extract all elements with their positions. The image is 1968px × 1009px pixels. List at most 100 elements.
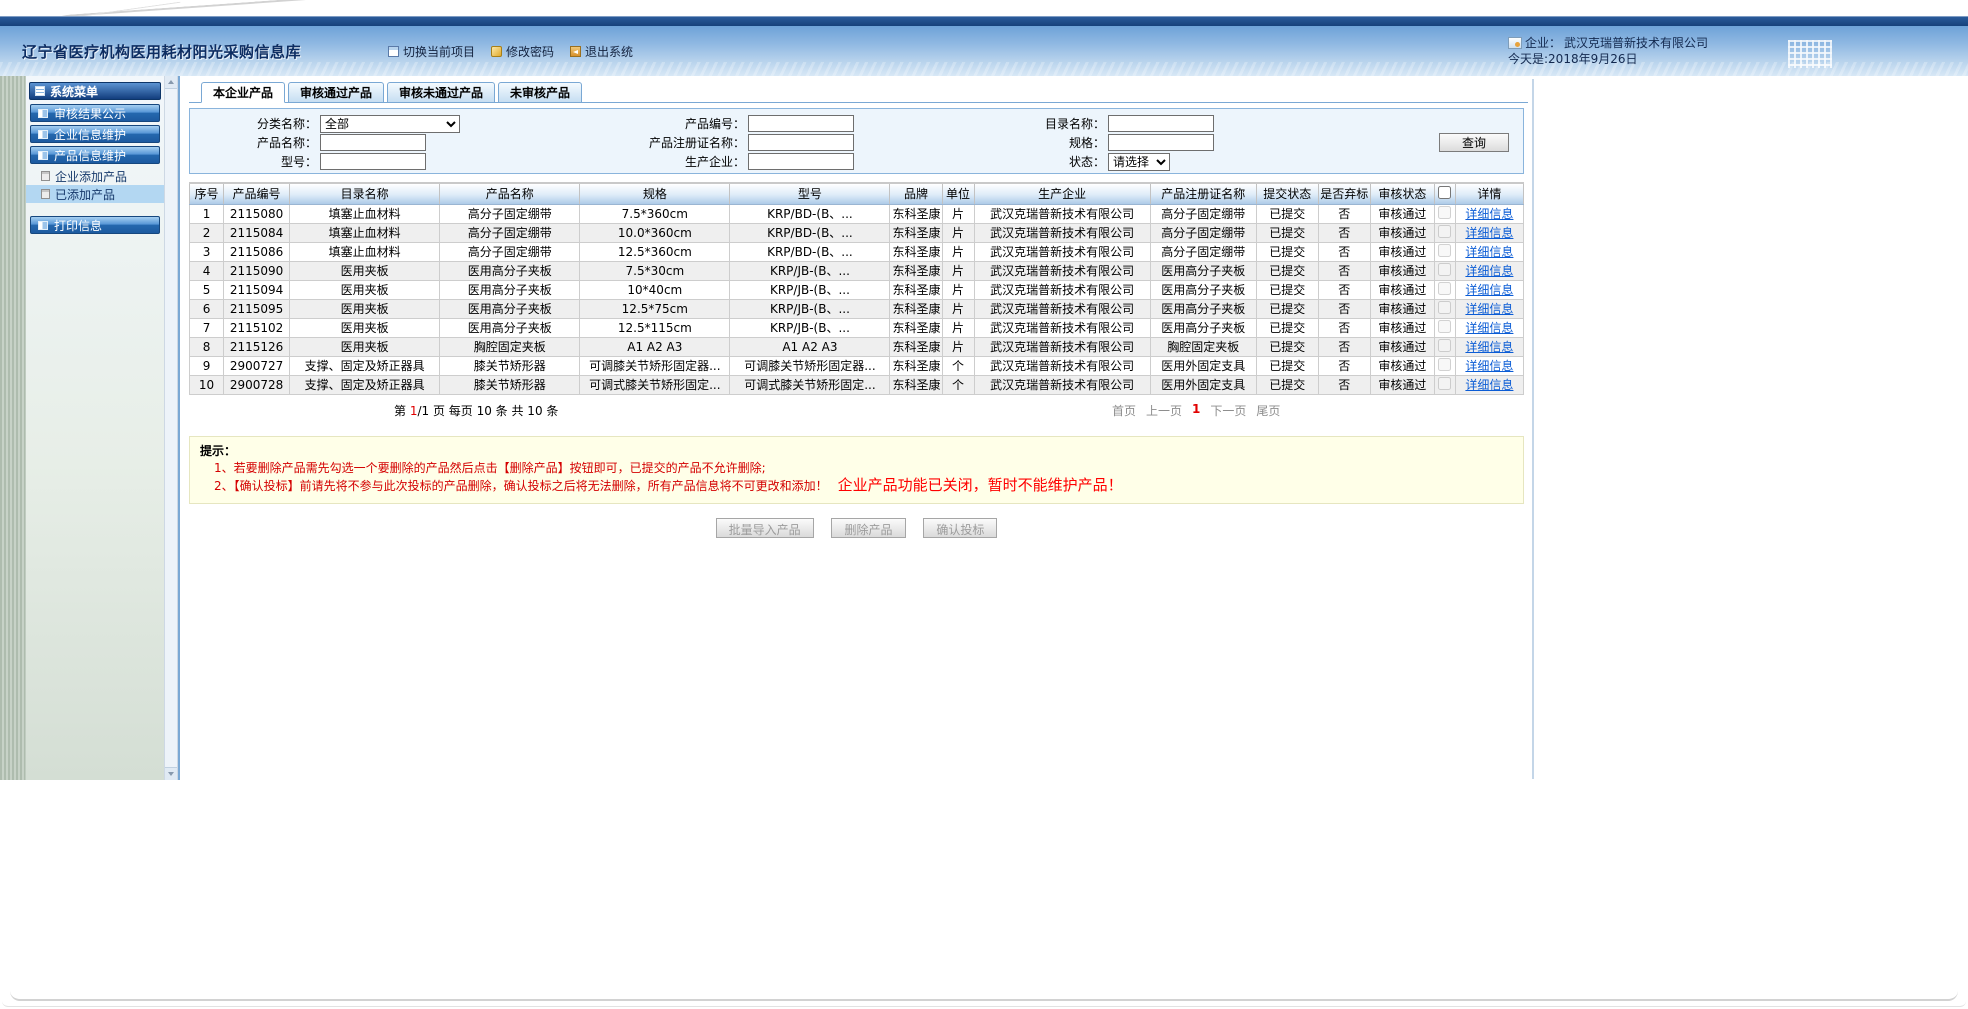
prev-page-link[interactable]: 上一页 (1146, 402, 1182, 419)
scroll-up-button[interactable] (165, 76, 177, 89)
status-select[interactable]: 请选择 (1108, 153, 1170, 171)
sidebar-item-company-info[interactable]: 企业信息维护 (30, 125, 160, 143)
product-name-input[interactable] (320, 134, 426, 151)
nav-change-password-label: 修改密码 (506, 43, 554, 60)
detail-link[interactable]: 详细信息 (1465, 207, 1513, 221)
cell-audit-status: 审核通过 (1370, 337, 1434, 356)
nav-switch-project[interactable]: 切换当前项目 (388, 43, 475, 60)
cell-manufacturer: 武汉克瑞普新技术有限公司 (974, 356, 1150, 375)
cell-product-name: 膝关节矫形器 (440, 356, 580, 375)
key-icon (491, 46, 502, 57)
detail-link[interactable]: 详细信息 (1465, 321, 1513, 335)
cell-seq: 1 (190, 204, 224, 223)
detail-link[interactable]: 详细信息 (1465, 226, 1513, 240)
nav-logout[interactable]: 退出系统 (570, 43, 633, 60)
sidebar-item-print-info[interactable]: 打印信息 (30, 216, 160, 234)
cert-name-input[interactable] (748, 134, 854, 151)
cell-brand: 东科圣康 (890, 204, 942, 223)
cell-manufacturer: 武汉克瑞普新技术有限公司 (974, 242, 1150, 261)
tab-own-products[interactable]: 本企业产品 (201, 82, 285, 103)
table-row: 8 2115126 医用夹板 胸腔固定夹板 A1 A2 A3 A1 A2 A3 … (190, 337, 1524, 356)
category-label: 分类名称： (192, 115, 320, 132)
logout-icon (570, 46, 581, 57)
catalog-input[interactable] (1108, 115, 1214, 132)
manufacturer-input[interactable] (748, 153, 854, 170)
sidebar-item-label: 企业信息维护 (54, 126, 126, 143)
cell-unit: 片 (942, 242, 974, 261)
select-all-checkbox[interactable] (1438, 186, 1451, 199)
cell-seq: 9 (190, 356, 224, 375)
cell-spec: 7.5*360cm (580, 204, 730, 223)
cell-model: KRP/JB-(B、... (730, 280, 890, 299)
detail-link[interactable]: 详细信息 (1465, 245, 1513, 259)
notice-line-1: 1、若要删除产品需先勾选一个要删除的产品然后点击【删除产品】按钮即可，已提交的产… (200, 460, 1513, 477)
sidebar-item-audit-results[interactable]: 审核结果公示 (30, 104, 160, 122)
tab-unreviewed-products[interactable]: 未审核产品 (498, 82, 582, 103)
cell-brand: 东科圣康 (890, 280, 942, 299)
cell-product-name: 医用高分子夹板 (440, 261, 580, 280)
cell-product-no: 2900727 (224, 356, 290, 375)
scroll-down-button[interactable] (165, 767, 177, 780)
first-page-link[interactable]: 首页 (1112, 402, 1136, 419)
sidebar-item-product-info[interactable]: 产品信息维护 (30, 146, 160, 164)
document-icon (41, 189, 50, 199)
bottom-curl-decoration (10, 991, 1958, 1001)
cell-seq: 4 (190, 261, 224, 280)
col-model: 型号 (730, 183, 890, 204)
company-name: 武汉克瑞普新技术有限公司 (1564, 35, 1708, 51)
detail-link[interactable]: 详细信息 (1465, 359, 1513, 373)
cell-brand: 东科圣康 (890, 318, 942, 337)
next-page-link[interactable]: 下一页 (1210, 402, 1246, 419)
category-select[interactable]: 全部 (320, 115, 460, 133)
company-badge-icon (1508, 37, 1522, 49)
col-manufacturer: 生产企业 (974, 183, 1150, 204)
product-no-input[interactable] (748, 115, 854, 132)
query-button[interactable]: 查询 (1439, 133, 1509, 152)
cell-detail: 详细信息 (1455, 318, 1523, 337)
cell-model: KRP/JB-(B、... (730, 261, 890, 280)
tab-rejected-products[interactable]: 审核未通过产品 (387, 82, 495, 103)
cell-model: 可调膝关节矫形固定器... (730, 356, 890, 375)
cell-catalog: 医用夹板 (290, 318, 440, 337)
cell-model: KRP/BD-(B、... (730, 223, 890, 242)
page-number-link[interactable]: 1 (1192, 402, 1200, 419)
cell-manufacturer: 武汉克瑞普新技术有限公司 (974, 299, 1150, 318)
spec-input[interactable] (1108, 134, 1214, 151)
cell-product-no: 2115102 (224, 318, 290, 337)
cell-manufacturer: 武汉克瑞普新技术有限公司 (974, 337, 1150, 356)
cell-catalog: 填塞止血材料 (290, 242, 440, 261)
cell-abandoned: 否 (1318, 375, 1370, 394)
col-product-no: 产品编号 (224, 183, 290, 204)
sidebar-subitem-add-product[interactable]: 企业添加产品 (26, 167, 164, 185)
cell-manufacturer: 武汉克瑞普新技术有限公司 (974, 280, 1150, 299)
nav-logout-label: 退出系统 (585, 43, 633, 60)
nav-change-password[interactable]: 修改密码 (491, 43, 554, 60)
detail-link[interactable]: 详细信息 (1465, 302, 1513, 316)
col-select (1434, 183, 1455, 204)
col-abandoned: 是否弃标 (1318, 183, 1370, 204)
sidebar-subitem-added-products[interactable]: 已添加产品 (26, 185, 164, 203)
top-blue-strip (0, 16, 1968, 26)
delete-product-button[interactable]: 删除产品 (831, 518, 905, 538)
model-input[interactable] (320, 153, 426, 170)
last-page-link[interactable]: 尾页 (1256, 402, 1280, 419)
cell-submit-status: 已提交 (1256, 242, 1318, 261)
detail-link[interactable]: 详细信息 (1465, 283, 1513, 297)
window-icon (38, 151, 48, 160)
sidebar-item-label: 产品信息维护 (54, 147, 126, 164)
cell-select (1434, 261, 1455, 280)
tab-approved-products[interactable]: 审核通过产品 (288, 82, 384, 103)
detail-link[interactable]: 详细信息 (1465, 378, 1513, 392)
cell-select (1434, 337, 1455, 356)
sidebar-scrollbar[interactable] (164, 76, 178, 780)
main-content: 本企业产品 审核通过产品 审核未通过产品 未审核产品 分类名称： 全部 (178, 76, 1968, 780)
table-row: 10 2900728 支撑、固定及矫正器具 膝关节矫形器 可调式膝关节矫形固定.… (190, 375, 1524, 394)
today-date: 今天是:2018年9月26日 (1508, 51, 1708, 67)
batch-import-button[interactable]: 批量导入产品 (716, 518, 814, 538)
product-no-label: 产品编号： (628, 115, 748, 132)
detail-link[interactable]: 详细信息 (1465, 264, 1513, 278)
cell-product-name: 医用高分子夹板 (440, 318, 580, 337)
notice-alert: 企业产品功能已关闭，暂时不能维护产品！ (838, 476, 1123, 494)
confirm-bid-button[interactable]: 确认投标 (923, 518, 997, 538)
detail-link[interactable]: 详细信息 (1465, 340, 1513, 354)
